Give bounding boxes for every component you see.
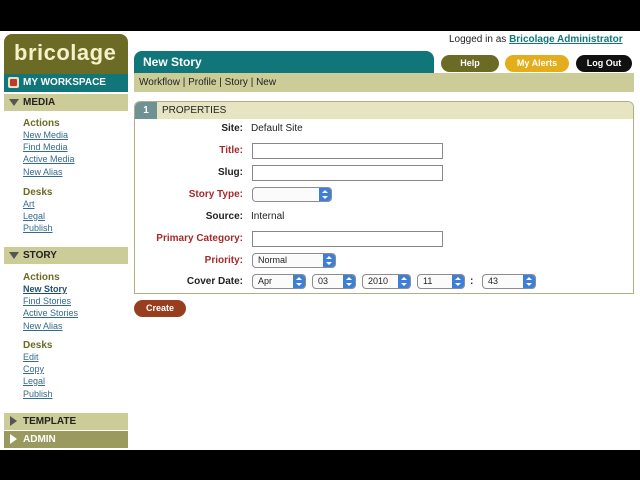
cover-date-minute: 43 [488,276,499,286]
cover-date-hour-select[interactable]: 11 [417,274,465,289]
sidebar: bricolage MY WORKSPACE MEDIA Actions New… [4,31,128,450]
admin-section-title: ADMIN [23,434,56,445]
cover-date-month: Apr [258,276,273,286]
media-desks-title: Desks [23,187,53,198]
source-value: Internal [251,211,285,222]
source-label: Source: [205,211,243,222]
breadcrumb-bar: Workflow | Profile | Story | New [134,73,634,92]
cover-date-label: Cover Date: [186,276,243,287]
story-desks-title: Desks [23,340,53,351]
story-type-select[interactable] [252,187,332,202]
expanded-triangle-icon [9,99,19,106]
collapsed-triangle-icon [10,434,17,444]
nav-find-stories[interactable]: Find Stories [23,296,71,306]
logged-in-status: Logged in as Bricolage Administrator [449,34,623,45]
bricolage-logo: bricolage [4,34,128,74]
nav-desk-publish-story[interactable]: Publish [23,389,53,399]
priority-value: Normal [258,255,288,265]
nav-desk-copy[interactable]: Copy [23,364,44,374]
primary-category-input[interactable] [252,231,443,247]
time-separator: : [470,276,474,287]
bricolage-screen: bricolage MY WORKSPACE MEDIA Actions New… [0,31,640,450]
breadcrumb: Workflow | Profile | Story | New [139,77,277,88]
site-label: Site: [221,123,243,134]
help-button[interactable]: Help [441,55,499,72]
media-section-title: MEDIA [23,97,56,108]
story-actions-title: Actions [23,272,60,283]
select-arrows-icon [452,275,464,288]
story-section-title: STORY [23,250,57,261]
create-button[interactable]: Create [134,300,186,317]
select-arrows-icon [319,188,331,201]
nav-find-media[interactable]: Find Media [23,142,68,152]
nav-new-story[interactable]: New Story [23,284,67,294]
priority-label: Priority: [204,255,243,266]
cover-date-hour: 11 [423,276,433,286]
select-arrows-icon [523,275,535,288]
page-title-tab: New Story [134,51,434,73]
nav-new-alias-media[interactable]: New Alias [23,167,63,177]
page-title: New Story [143,55,202,69]
cover-date-minute-select[interactable]: 43 [482,274,536,289]
collapsed-triangle-icon [10,416,17,426]
nav-new-media[interactable]: New Media [23,130,68,140]
sidebar-section-admin[interactable]: ADMIN [4,431,128,448]
sidebar-section-media[interactable]: MEDIA [4,94,128,111]
select-arrows-icon [323,254,335,267]
slug-label: Slug: [218,167,243,178]
nav-new-alias-story[interactable]: New Alias [23,321,63,331]
nav-desk-legal-story[interactable]: Legal [23,376,45,386]
title-label: Title: [219,145,243,156]
cover-date-year-select[interactable]: 2010 [362,274,411,289]
cover-date-day: 03 [318,276,329,286]
sidebar-section-template[interactable]: TEMPLATE [4,413,128,430]
story-type-label: Story Type: [188,189,243,200]
select-arrows-icon [293,275,305,288]
properties-panel: 1 PROPERTIES Site: Default Site Title: S… [134,101,634,294]
workspace-label: MY WORKSPACE [23,77,106,88]
cover-date-month-select[interactable]: Apr [252,274,306,289]
my-workspace-link[interactable]: MY WORKSPACE [4,74,128,92]
brand-name: bricolage [14,40,117,65]
nav-active-stories[interactable]: Active Stories [23,308,78,318]
template-section-title: TEMPLATE [23,416,77,427]
sidebar-section-story[interactable]: STORY [4,247,128,264]
select-arrows-icon [343,275,355,288]
cover-date-day-select[interactable]: 03 [312,274,356,289]
nav-active-media[interactable]: Active Media [23,154,75,164]
primary-category-label: Primary Category: [156,233,243,244]
nav-desk-publish-media[interactable]: Publish [23,223,53,233]
properties-header: 1 PROPERTIES [135,102,633,119]
media-actions-title: Actions [23,118,60,129]
nav-desk-art[interactable]: Art [23,199,35,209]
properties-title: PROPERTIES [162,105,227,116]
log-out-button[interactable]: Log Out [576,55,632,72]
slug-input[interactable] [252,165,443,181]
logged-in-prefix: Logged in as [449,34,507,45]
my-alerts-button[interactable]: My Alerts [505,55,569,72]
expanded-triangle-icon [9,252,19,259]
select-arrows-icon [398,275,410,288]
nav-desk-edit[interactable]: Edit [23,352,39,362]
cover-date-year: 2010 [368,276,389,286]
priority-select[interactable]: Normal [252,253,336,268]
nav-desk-legal-media[interactable]: Legal [23,211,45,221]
title-input[interactable] [252,143,443,159]
site-value: Default Site [251,123,303,134]
user-link[interactable]: Bricolage Administrator [509,34,623,45]
workspace-icon [8,77,19,88]
section-number: 1 [135,102,157,119]
